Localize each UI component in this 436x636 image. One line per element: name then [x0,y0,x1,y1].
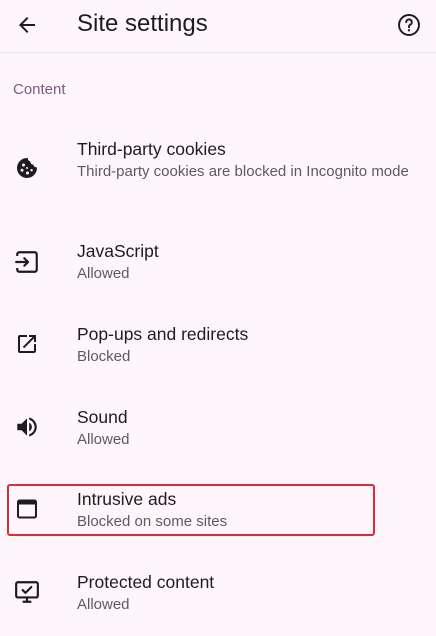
setting-summary: Blocked on some sites [77,513,228,530]
setting-popups-redirects[interactable]: Pop-ups and redirects Blocked [0,321,436,371]
setting-summary: Allowed [77,431,130,448]
setting-summary: Blocked [77,348,131,365]
setting-javascript[interactable]: JavaScript Allowed [0,238,436,288]
setting-label: Intrusive ads [77,489,177,509]
setting-label: JavaScript [77,241,159,261]
page-title: Site settings [77,10,208,37]
back-button[interactable] [8,6,46,44]
setting-label: Pop-ups and redirects [77,324,249,344]
setting-label: Sound [77,407,128,427]
open-in-new-icon [13,330,41,358]
protected-content-icon [13,578,41,606]
help-button[interactable] [390,6,428,44]
help-icon [396,12,422,38]
setting-summary: Third-party cookies are blocked in Incog… [77,163,409,180]
setting-label: Third-party cookies [77,139,226,159]
setting-protected-content[interactable]: Protected content Allowed [0,569,436,619]
top-app-bar: Site settings [0,0,436,53]
ads-window-icon [13,495,41,523]
setting-intrusive-ads[interactable]: Intrusive ads Blocked on some sites [0,486,436,536]
setting-sound[interactable]: Sound Allowed [0,404,436,454]
setting-summary: Allowed [77,596,130,613]
setting-label: Protected content [77,572,215,592]
cookie-icon [13,154,41,182]
setting-summary: Allowed [77,265,130,282]
arrow-back-icon [15,13,39,37]
setting-third-party-cookies[interactable]: Third-party cookies Third-party cookies … [0,136,436,206]
section-header-content: Content [13,81,66,98]
javascript-icon [13,248,41,276]
volume-icon [13,413,41,441]
